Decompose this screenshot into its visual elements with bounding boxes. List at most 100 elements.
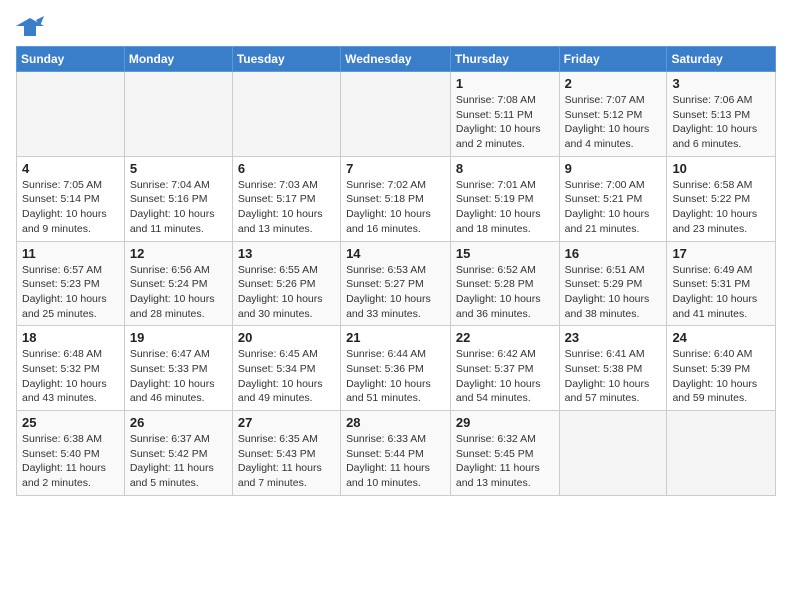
day-number: 19 [130,330,227,345]
day-info: Sunrise: 6:52 AM Sunset: 5:28 PM Dayligh… [456,263,554,322]
day-number: 3 [672,76,770,91]
day-info: Sunrise: 6:51 AM Sunset: 5:29 PM Dayligh… [565,263,662,322]
calendar-cell: 3 Sunrise: 7:06 AM Sunset: 5:13 PM Daylig… [667,72,776,157]
day-number: 4 [22,161,119,176]
calendar-cell [341,72,451,157]
day-info: Sunrise: 6:57 AM Sunset: 5:23 PM Dayligh… [22,263,119,322]
day-info: Sunrise: 6:38 AM Sunset: 5:40 PM Dayligh… [22,432,119,491]
calendar-cell: 25 Sunrise: 6:38 AM Sunset: 5:40 PM Dayli… [17,411,125,496]
day-info: Sunrise: 7:06 AM Sunset: 5:13 PM Dayligh… [672,93,770,152]
day-number: 10 [672,161,770,176]
day-number: 29 [456,415,554,430]
weekday-header-saturday: Saturday [667,47,776,72]
day-number: 22 [456,330,554,345]
calendar-cell: 18 Sunrise: 6:48 AM Sunset: 5:32 PM Dayli… [17,326,125,411]
week-row-2: 4 Sunrise: 7:05 AM Sunset: 5:14 PM Daylig… [17,156,776,241]
calendar-cell: 10 Sunrise: 6:58 AM Sunset: 5:22 PM Dayli… [667,156,776,241]
day-info: Sunrise: 7:04 AM Sunset: 5:16 PM Dayligh… [130,178,227,237]
day-info: Sunrise: 6:41 AM Sunset: 5:38 PM Dayligh… [565,347,662,406]
week-row-1: 1Sunrise: 7:08 AM Sunset: 5:11 PM Daylig… [17,72,776,157]
day-number: 8 [456,161,554,176]
day-number: 12 [130,246,227,261]
calendar-cell: 19 Sunrise: 6:47 AM Sunset: 5:33 PM Dayli… [124,326,232,411]
day-number: 2 [565,76,662,91]
calendar-cell [124,72,232,157]
calendar-cell: 20 Sunrise: 6:45 AM Sunset: 5:34 PM Dayli… [232,326,340,411]
day-info: Sunrise: 6:35 AM Sunset: 5:43 PM Dayligh… [238,432,335,491]
day-info: Sunrise: 7:05 AM Sunset: 5:14 PM Dayligh… [22,178,119,237]
day-number: 24 [672,330,770,345]
day-info: Sunrise: 6:32 AM Sunset: 5:45 PM Dayligh… [456,432,554,491]
calendar-cell: 29 Sunrise: 6:32 AM Sunset: 5:45 PM Dayli… [450,411,559,496]
calendar-cell: 26 Sunrise: 6:37 AM Sunset: 5:42 PM Dayli… [124,411,232,496]
weekday-header-friday: Friday [559,47,667,72]
day-number: 18 [22,330,119,345]
day-info: Sunrise: 6:33 AM Sunset: 5:44 PM Dayligh… [346,432,445,491]
day-number: 16 [565,246,662,261]
calendar-cell: 21 Sunrise: 6:44 AM Sunset: 5:36 PM Dayli… [341,326,451,411]
day-info: Sunrise: 6:48 AM Sunset: 5:32 PM Dayligh… [22,347,119,406]
calendar-cell: 2 Sunrise: 7:07 AM Sunset: 5:12 PM Daylig… [559,72,667,157]
calendar-cell [17,72,125,157]
day-info: Sunrise: 6:55 AM Sunset: 5:26 PM Dayligh… [238,263,335,322]
day-number: 23 [565,330,662,345]
day-info: Sunrise: 6:53 AM Sunset: 5:27 PM Dayligh… [346,263,445,322]
week-row-3: 11 Sunrise: 6:57 AM Sunset: 5:23 PM Dayli… [17,241,776,326]
calendar-cell: 28 Sunrise: 6:33 AM Sunset: 5:44 PM Dayli… [341,411,451,496]
day-number: 1 [456,76,554,91]
calendar-cell: 23 Sunrise: 6:41 AM Sunset: 5:38 PM Dayli… [559,326,667,411]
calendar-cell: 9Sunrise: 7:00 AM Sunset: 5:21 PM Daylig… [559,156,667,241]
day-info: Sunrise: 6:58 AM Sunset: 5:22 PM Dayligh… [672,178,770,237]
day-info: Sunrise: 6:45 AM Sunset: 5:34 PM Dayligh… [238,347,335,406]
day-number: 25 [22,415,119,430]
calendar-cell: 1Sunrise: 7:08 AM Sunset: 5:11 PM Daylig… [450,72,559,157]
weekday-header-monday: Monday [124,47,232,72]
day-number: 15 [456,246,554,261]
day-number: 7 [346,161,445,176]
weekday-header-wednesday: Wednesday [341,47,451,72]
calendar-cell: 6 Sunrise: 7:03 AM Sunset: 5:17 PM Daylig… [232,156,340,241]
calendar-cell [559,411,667,496]
day-number: 11 [22,246,119,261]
day-number: 27 [238,415,335,430]
day-info: Sunrise: 7:03 AM Sunset: 5:17 PM Dayligh… [238,178,335,237]
week-row-5: 25 Sunrise: 6:38 AM Sunset: 5:40 PM Dayli… [17,411,776,496]
calendar-cell [232,72,340,157]
logo-bird-icon [16,16,44,38]
calendar-cell: 5 Sunrise: 7:04 AM Sunset: 5:16 PM Daylig… [124,156,232,241]
day-info: Sunrise: 6:49 AM Sunset: 5:31 PM Dayligh… [672,263,770,322]
day-number: 6 [238,161,335,176]
logo [16,16,48,38]
calendar-cell: 14 Sunrise: 6:53 AM Sunset: 5:27 PM Dayli… [341,241,451,326]
weekday-header-thursday: Thursday [450,47,559,72]
calendar-cell: 27 Sunrise: 6:35 AM Sunset: 5:43 PM Dayli… [232,411,340,496]
calendar-cell: 24 Sunrise: 6:40 AM Sunset: 5:39 PM Dayli… [667,326,776,411]
day-info: Sunrise: 6:44 AM Sunset: 5:36 PM Dayligh… [346,347,445,406]
day-number: 14 [346,246,445,261]
week-row-4: 18 Sunrise: 6:48 AM Sunset: 5:32 PM Dayli… [17,326,776,411]
day-info: Sunrise: 7:02 AM Sunset: 5:18 PM Dayligh… [346,178,445,237]
day-number: 21 [346,330,445,345]
day-info: Sunrise: 7:07 AM Sunset: 5:12 PM Dayligh… [565,93,662,152]
day-info: Sunrise: 6:56 AM Sunset: 5:24 PM Dayligh… [130,263,227,322]
day-info: Sunrise: 6:40 AM Sunset: 5:39 PM Dayligh… [672,347,770,406]
day-number: 28 [346,415,445,430]
day-number: 17 [672,246,770,261]
calendar-cell: 17 Sunrise: 6:49 AM Sunset: 5:31 PM Dayli… [667,241,776,326]
calendar-cell: 7 Sunrise: 7:02 AM Sunset: 5:18 PM Daylig… [341,156,451,241]
calendar-cell: 16 Sunrise: 6:51 AM Sunset: 5:29 PM Dayli… [559,241,667,326]
page-header [16,16,776,38]
day-info: Sunrise: 6:37 AM Sunset: 5:42 PM Dayligh… [130,432,227,491]
day-number: 9 [565,161,662,176]
day-info: Sunrise: 7:01 AM Sunset: 5:19 PM Dayligh… [456,178,554,237]
weekday-header-sunday: Sunday [17,47,125,72]
calendar-cell: 13 Sunrise: 6:55 AM Sunset: 5:26 PM Dayli… [232,241,340,326]
calendar-cell: 4 Sunrise: 7:05 AM Sunset: 5:14 PM Daylig… [17,156,125,241]
calendar-cell: 8 Sunrise: 7:01 AM Sunset: 5:19 PM Daylig… [450,156,559,241]
day-number: 26 [130,415,227,430]
day-number: 5 [130,161,227,176]
day-info: Sunrise: 6:42 AM Sunset: 5:37 PM Dayligh… [456,347,554,406]
day-number: 13 [238,246,335,261]
day-info: Sunrise: 6:47 AM Sunset: 5:33 PM Dayligh… [130,347,227,406]
day-number: 20 [238,330,335,345]
